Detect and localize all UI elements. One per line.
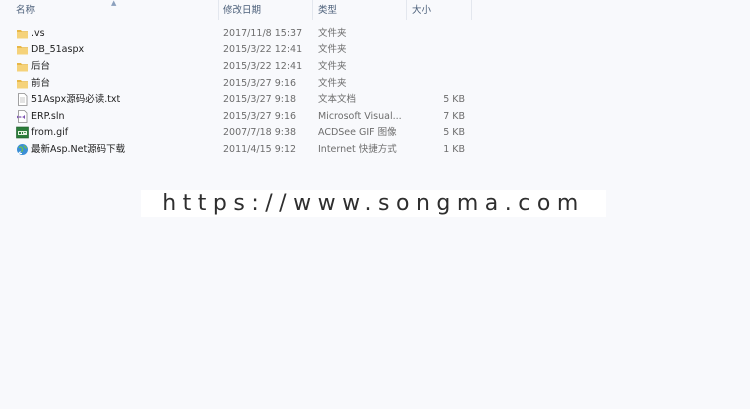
watermark-text: https://www.songma.com	[141, 190, 606, 217]
file-type: Internet 快捷方式	[318, 144, 397, 155]
file-row[interactable]: ERP.sln 2015/3/27 9:16 Microsoft Visual.…	[0, 109, 480, 125]
file-type: 文件夹	[318, 61, 347, 72]
file-size: 1 KB	[443, 144, 465, 155]
file-name: .vs	[31, 28, 45, 39]
internet-shortcut-icon	[17, 144, 28, 155]
file-name: 51Aspx源码必读.txt	[31, 94, 121, 105]
column-divider[interactable]	[471, 0, 472, 20]
file-type: 文件夹	[318, 28, 347, 39]
file-row[interactable]: from.gif 2007/7/18 9:38 ACDSee GIF 图像 5 …	[0, 125, 480, 141]
sort-ascending-icon: ▲	[111, 0, 117, 7]
file-type: 文件夹	[318, 78, 347, 89]
column-header-size[interactable]: 大小	[412, 0, 431, 20]
file-modified: 2015/3/22 12:41	[223, 44, 303, 55]
folder-icon	[17, 80, 28, 89]
file-name: from.gif	[31, 127, 69, 138]
file-name: 最新Asp.Net源码下载	[31, 144, 126, 155]
column-header-bar: 名称 ▲ 修改日期 类型 大小	[0, 0, 750, 20]
file-name: 后台	[31, 61, 51, 72]
file-modified: 2017/11/8 15:37	[223, 28, 303, 39]
folder-icon	[17, 30, 28, 39]
column-header-modified[interactable]: 修改日期	[223, 0, 261, 20]
file-modified: 2007/7/18 9:38	[223, 127, 297, 138]
file-row[interactable]: 前台 2015/3/27 9:16 文件夹	[0, 76, 480, 92]
folder-icon	[17, 46, 28, 55]
file-type: 文件夹	[318, 44, 347, 55]
file-name: 前台	[31, 78, 51, 89]
file-row[interactable]: 51Aspx源码必读.txt 2015/3/27 9:18 文本文档 5 KB	[0, 92, 480, 108]
file-modified: 2015/3/27 9:18	[223, 94, 297, 105]
file-type: 文本文档	[318, 94, 357, 105]
folder-icon	[17, 63, 28, 72]
file-modified: 2015/3/27 9:16	[223, 78, 297, 89]
file-size: 5 KB	[443, 94, 465, 105]
column-header-type[interactable]: 类型	[318, 0, 337, 20]
file-name: DB_51aspx	[31, 44, 85, 55]
text-file-icon	[18, 93, 28, 106]
file-modified: 2015/3/22 12:41	[223, 61, 303, 72]
file-row[interactable]: DB_51aspx 2015/3/22 12:41 文件夹	[0, 42, 480, 58]
file-name: ERP.sln	[31, 111, 65, 122]
column-divider[interactable]	[218, 0, 219, 20]
file-type: Microsoft Visual...	[318, 111, 402, 122]
file-modified: 2015/3/27 9:16	[223, 111, 297, 122]
file-modified: 2011/4/15 9:12	[223, 144, 297, 155]
file-type: ACDSee GIF 图像	[318, 127, 397, 138]
file-row[interactable]: .vs 2017/11/8 15:37 文件夹	[0, 26, 480, 42]
gif-image-icon	[16, 126, 29, 139]
file-row[interactable]: 后台 2015/3/22 12:41 文件夹	[0, 59, 480, 75]
file-size: 7 KB	[443, 111, 465, 122]
column-header-name[interactable]: 名称	[16, 0, 35, 20]
solution-file-icon	[17, 110, 28, 123]
column-divider[interactable]	[312, 0, 313, 20]
column-divider[interactable]	[406, 0, 407, 20]
file-row[interactable]: 最新Asp.Net源码下载 2011/4/15 9:12 Internet 快捷…	[0, 142, 480, 158]
file-size: 5 KB	[443, 127, 465, 138]
